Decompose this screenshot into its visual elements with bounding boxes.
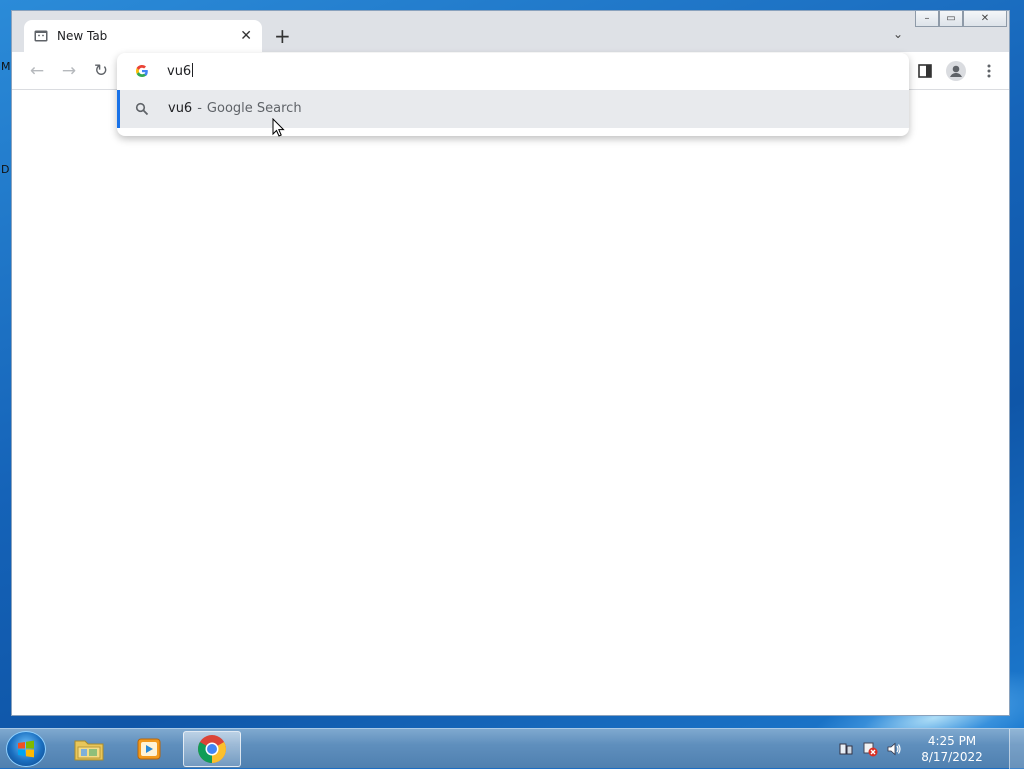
taskbar-chrome[interactable] [183, 731, 241, 767]
taskbar-media-player[interactable] [120, 731, 178, 767]
folder-icon [74, 740, 104, 761]
tab-new-tab[interactable]: New Tab ✕ [24, 20, 262, 52]
desktop-icon-label-d[interactable]: D [1, 163, 9, 176]
taskbar-file-explorer[interactable] [60, 731, 118, 767]
maximize-button[interactable]: ▭ [939, 11, 963, 27]
forward-button[interactable]: → [58, 60, 80, 82]
text-caret [192, 63, 194, 77]
new-tab-favicon-icon [34, 30, 48, 42]
suggestion-separator: - [197, 101, 202, 116]
search-icon [135, 102, 149, 116]
suggestion-description: Google Search [206, 101, 302, 116]
omnibox-suggestion-row[interactable]: vu6- Google Search [117, 90, 909, 128]
chrome-icon [198, 735, 226, 763]
media-player-icon [137, 738, 161, 760]
suggestion-text: vu6- Google Search [168, 101, 302, 116]
taskbar-clock[interactable]: 4:25 PM 8/17/2022 [920, 733, 984, 765]
clock-time: 4:25 PM [927, 734, 977, 748]
address-bar[interactable]: vu6 [117, 53, 909, 89]
window-controls: – ▭ ✕ [915, 11, 1007, 27]
start-button[interactable] [6, 731, 46, 767]
side-panel-icon[interactable] [914, 60, 936, 82]
windows-logo-icon [18, 740, 34, 758]
tab-close-icon[interactable]: ✕ [240, 28, 252, 44]
reload-button[interactable]: ↻ [90, 60, 112, 82]
show-desktop-button[interactable] [1009, 729, 1024, 769]
new-tab-button[interactable]: + [274, 25, 291, 47]
close-window-button[interactable]: ✕ [963, 11, 1007, 27]
page-content [12, 90, 1009, 715]
action-center-flag-icon[interactable] [838, 741, 854, 757]
system-tray: 4:25 PM 8/17/2022 [834, 729, 984, 769]
desktop-icon-label-m[interactable]: M [1, 60, 11, 73]
omnibox-dropdown: vu6 vu6- Google Search [117, 53, 909, 136]
address-input[interactable]: vu6 [167, 63, 194, 79]
minimize-button[interactable]: – [915, 11, 939, 27]
chrome-window: – ▭ ✕ New Tab ✕ + ⌄ ← → ↻ vu6 vu6 - Goog… [11, 10, 1010, 716]
menu-kebab-icon[interactable] [978, 60, 1000, 82]
google-logo-icon [136, 65, 148, 77]
tab-title: New Tab [57, 29, 108, 43]
network-error-icon[interactable] [862, 741, 878, 757]
clock-date: 8/17/2022 [921, 750, 983, 764]
taskbar: 4:25 PM 8/17/2022 [0, 728, 1024, 769]
back-button[interactable]: ← [26, 60, 48, 82]
mouse-cursor-icon [272, 118, 285, 137]
profile-avatar-icon[interactable] [945, 60, 967, 82]
suggestion-query: vu6 [168, 101, 193, 116]
tab-search-chevron-icon[interactable]: ⌄ [893, 27, 903, 41]
volume-icon[interactable] [886, 741, 902, 757]
